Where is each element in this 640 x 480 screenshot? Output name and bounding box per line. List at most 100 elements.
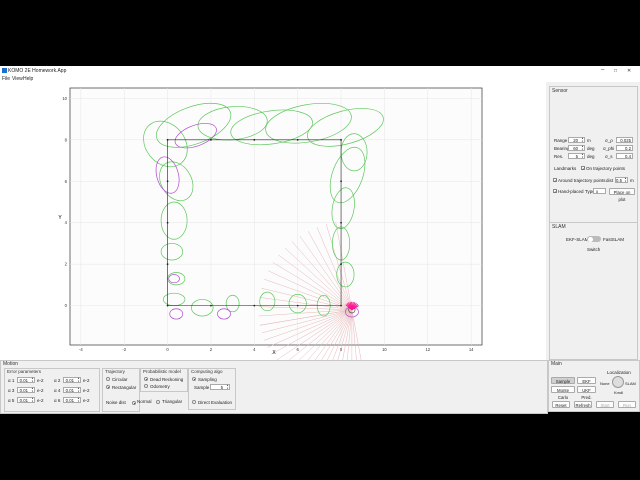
start-button[interactable]: Start bbox=[596, 401, 614, 408]
error-params-panel: Error parameters α 10.01e-2α 20.01e-2α 3… bbox=[4, 368, 100, 412]
sample-label: Sample bbox=[194, 385, 210, 390]
landmark-point bbox=[296, 138, 299, 141]
alpha-spinner[interactable]: 0.01 bbox=[63, 377, 81, 383]
slam-switch[interactable] bbox=[587, 236, 601, 242]
prob-model-panel: Probabilistic model Dead Reckoning Odome… bbox=[140, 368, 188, 392]
main-panel: Main Sample Pdfs EKF Pred. Monte Carlo U… bbox=[548, 360, 640, 412]
place-on-plot-button[interactable]: Place on plot bbox=[609, 187, 635, 202]
alpha-label: α 1 bbox=[8, 377, 15, 383]
dist-label: dist bbox=[606, 178, 614, 183]
dist-spinner[interactable]: 0.5 bbox=[615, 177, 628, 183]
maximize-button[interactable]: □ bbox=[614, 68, 617, 74]
res-spinner[interactable]: 5 bbox=[568, 153, 585, 159]
alpha-label: α 6 bbox=[54, 397, 61, 403]
kmdl-label: Kmdl bbox=[614, 390, 624, 395]
reset-button[interactable]: Reset bbox=[552, 401, 570, 408]
menu-bar: File View Help bbox=[0, 75, 640, 82]
around-traj-checkbox[interactable]: ✓ bbox=[553, 178, 557, 183]
on-traj-label: On trajectory points bbox=[586, 166, 626, 171]
localization-label: Localization bbox=[607, 370, 631, 375]
menu-view[interactable]: View bbox=[12, 76, 23, 82]
direct-eval-radio[interactable] bbox=[192, 400, 196, 404]
on-traj-checkbox[interactable]: ✓ bbox=[581, 166, 585, 171]
alpha-label: α 2 bbox=[54, 377, 61, 383]
alpha-exp: e-2 bbox=[83, 387, 90, 393]
slam-panel-title: SLAM bbox=[552, 224, 566, 230]
bearing-spinner[interactable]: 60 bbox=[568, 145, 585, 151]
normal-label: Normal bbox=[137, 399, 152, 404]
hand-placed-checkbox[interactable]: ✓ bbox=[553, 189, 557, 194]
x-tick-label: 2 bbox=[210, 347, 213, 352]
y-tick-label: 2 bbox=[65, 262, 68, 267]
trajectory-title: Trajectory bbox=[105, 369, 125, 374]
alpha-spinner[interactable]: 0.01 bbox=[63, 397, 81, 403]
trajectory-panel: Trajectory Circular Rectangular Noise di… bbox=[102, 368, 140, 412]
landmark-point bbox=[340, 263, 342, 266]
odometry-label: Odometry bbox=[150, 383, 170, 389]
monte-carlo-button[interactable]: Monte Carlo bbox=[551, 386, 575, 400]
fastslam-label: FastSLAM bbox=[603, 237, 625, 242]
alpha-spinner[interactable]: 0.01 bbox=[17, 377, 35, 383]
y-tick-label: 6 bbox=[65, 179, 68, 184]
alpha-exp: e-2 bbox=[37, 397, 44, 403]
run-button[interactable]: Run bbox=[618, 401, 636, 408]
sensor-panel: Sensor Range 20 m σ_ρ 0.025 Bearing 60 d… bbox=[549, 86, 638, 224]
type-select[interactable]: x bbox=[593, 188, 606, 194]
alpha-spinner[interactable]: 0.01 bbox=[17, 397, 35, 403]
motion-panel: Motion Error parameters α 10.01e-2α 20.0… bbox=[0, 360, 548, 414]
sample-pdfs-button[interactable]: Sample Pdfs bbox=[551, 377, 575, 391]
landmark-point bbox=[296, 304, 299, 307]
x-tick-label: 0 bbox=[166, 347, 169, 352]
landmark-point bbox=[210, 304, 212, 307]
x-axis-label: X bbox=[272, 350, 276, 356]
ekf-pred-button[interactable]: EKF Pred. bbox=[577, 377, 596, 391]
sigma-phi-label: σ_phi bbox=[603, 146, 615, 151]
y-tick-label: 10 bbox=[62, 96, 67, 101]
minimize-button[interactable]: – bbox=[601, 67, 604, 73]
direct-eval-label: Direct Evaluation bbox=[198, 399, 233, 405]
sensor-panel-title: Sensor bbox=[552, 88, 568, 94]
sample-spinner[interactable]: 5 bbox=[210, 384, 230, 390]
range-unit: m bbox=[587, 138, 591, 143]
menu-help[interactable]: Help bbox=[23, 76, 33, 82]
sampling-label: Sampling bbox=[198, 376, 217, 382]
app-icon bbox=[2, 68, 7, 73]
landmark-point bbox=[253, 304, 256, 307]
noise-dist-label: Noise dist bbox=[106, 400, 126, 405]
ukf-pred-button[interactable]: UKF Pred. bbox=[577, 386, 596, 400]
error-params-title: Error parameters bbox=[7, 369, 42, 374]
range-spinner[interactable]: 20 bbox=[568, 137, 585, 143]
alpha-spinner[interactable]: 0.01 bbox=[63, 387, 81, 393]
dead-reckoning-label: Dead Reckoning bbox=[150, 376, 184, 382]
triangular-radio[interactable] bbox=[156, 400, 160, 404]
plot-axes-box bbox=[69, 87, 483, 346]
x-tick-label: -2 bbox=[122, 347, 126, 352]
motion-panel-title: Motion bbox=[3, 361, 19, 367]
alpha-exp: e-2 bbox=[37, 387, 44, 393]
circular-radio[interactable] bbox=[106, 377, 110, 381]
alpha-label: α 5 bbox=[8, 397, 15, 403]
alpha-label: α 3 bbox=[8, 387, 15, 393]
landmark-point bbox=[166, 263, 169, 266]
sigma-r-field[interactable]: 0.025 bbox=[616, 137, 633, 143]
y-tick-label: 8 bbox=[65, 137, 68, 142]
alpha-label: α 4 bbox=[54, 387, 61, 393]
close-button[interactable]: ✕ bbox=[627, 68, 631, 74]
sigma-phi-field[interactable]: 0.2 bbox=[616, 145, 633, 151]
alpha-exp: e-2 bbox=[37, 377, 44, 383]
rectangular-radio[interactable] bbox=[106, 385, 110, 389]
menu-file[interactable]: File bbox=[2, 76, 10, 82]
slam-plot[interactable]: -4 -2 0 2 4 6 8 10 12 140246810 X Y bbox=[0, 82, 546, 360]
x-tick-label: 12 bbox=[425, 347, 430, 352]
odometry-radio[interactable] bbox=[144, 384, 148, 388]
sampling-radio[interactable] bbox=[192, 377, 196, 381]
normal-radio[interactable] bbox=[132, 401, 136, 405]
localization-knob[interactable] bbox=[612, 376, 624, 388]
landmark-point bbox=[253, 138, 256, 141]
landmark-point bbox=[166, 138, 169, 141]
dist-unit: m bbox=[630, 178, 634, 183]
refresh-button[interactable]: Refresh bbox=[574, 401, 592, 408]
sigma-s-field[interactable]: 0.4 bbox=[616, 153, 633, 159]
dead-reckoning-radio[interactable] bbox=[144, 377, 148, 381]
alpha-spinner[interactable]: 0.01 bbox=[17, 387, 35, 393]
